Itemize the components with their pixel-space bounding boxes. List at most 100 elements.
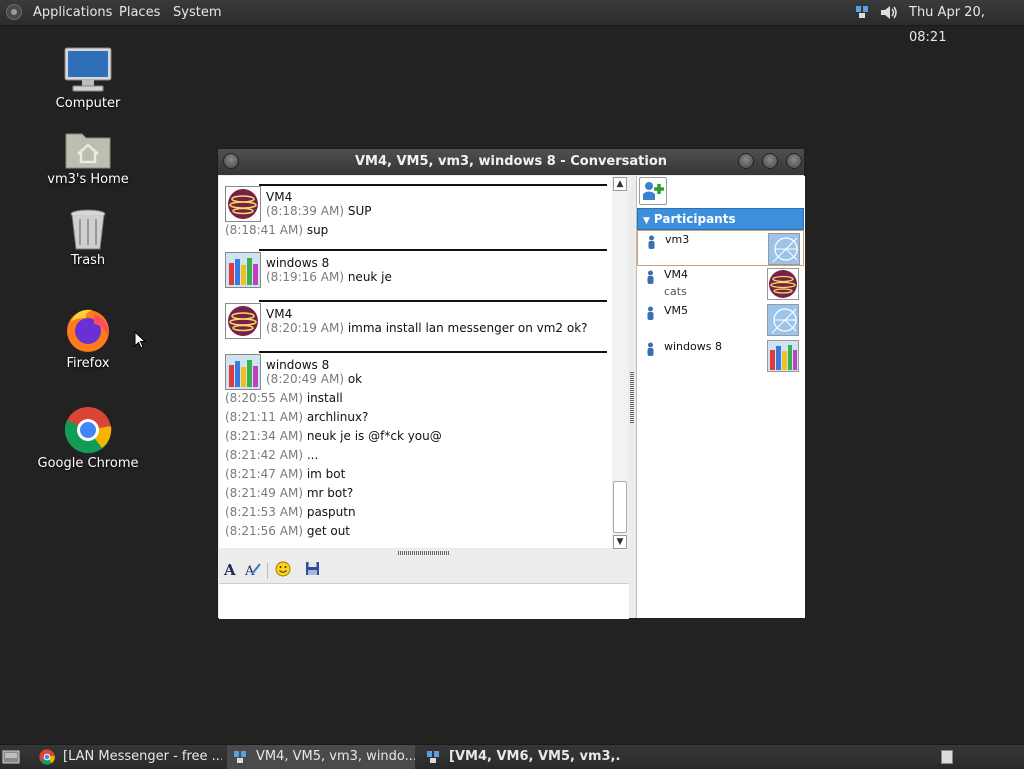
message-time: (8:18:41 AM) — [225, 223, 303, 237]
message-line: (8:21:53 AM) pasputn — [225, 505, 356, 519]
user-status-icon — [648, 235, 655, 249]
user-status-icon — [647, 342, 654, 356]
clock[interactable]: Thu Apr 20, 08:21 — [909, 0, 1024, 45]
message-time: (8:21:49 AM) — [225, 486, 303, 500]
trash-icon — [70, 209, 106, 250]
desktop-icon-firefox[interactable]: Firefox — [33, 306, 143, 371]
task-label: [LAN Messenger - free ... — [63, 749, 222, 764]
participant-name: VM5 — [664, 304, 689, 317]
desktop-icon-label: vm3's Home — [47, 172, 129, 187]
distro-logo-icon[interactable] — [6, 4, 22, 20]
participant-item-vm3[interactable]: vm3 — [637, 230, 804, 266]
svg-text:A: A — [223, 561, 236, 577]
message-text: im bot — [306, 467, 346, 481]
participants-header[interactable]: ▼ Participants — [637, 208, 804, 230]
svg-text:A: A — [244, 564, 255, 577]
participant-avatar — [767, 340, 799, 372]
participant-name: windows 8 — [664, 340, 722, 353]
menu-system[interactable]: System — [173, 0, 221, 25]
task-label: [VM4, VM6, VM5, vm3,... — [449, 749, 620, 764]
window-titlebar[interactable]: VM4, VM5, vm3, windows 8 - Conversation — [218, 149, 804, 175]
maximize-button[interactable] — [762, 153, 778, 169]
conversation-window: VM4, VM5, vm3, windows 8 - Conversation … — [217, 148, 805, 619]
add-participant-button[interactable] — [639, 177, 667, 205]
menu-places[interactable]: Places — [119, 0, 160, 25]
font-color-icon[interactable]: A — [243, 561, 263, 579]
toolbar-separator — [267, 563, 268, 579]
menu-applications[interactable]: Applications — [33, 0, 112, 25]
task-button-conversation-2[interactable]: [VM4, VM6, VM5, vm3,... — [420, 745, 620, 769]
splitter-handle-horizontal[interactable] — [398, 551, 450, 555]
message-time: (8:21:42 AM) — [225, 448, 303, 462]
desktop-icon-label: Trash — [70, 253, 106, 268]
message-time: (8:20:55 AM) — [225, 391, 303, 405]
smiley-icon[interactable] — [273, 561, 293, 579]
desktop-icon-home[interactable]: vm3's Home — [33, 128, 143, 187]
message-line: (8:20:55 AM) install — [225, 391, 343, 405]
message-separator — [259, 300, 607, 302]
scroll-thumb[interactable] — [613, 481, 627, 533]
message-time: (8:20:19 AM) — [266, 321, 344, 335]
network-icon[interactable] — [855, 5, 869, 19]
message-separator — [259, 184, 607, 186]
desktop-icon-trash[interactable]: Trash — [33, 209, 143, 268]
chrome-icon — [64, 407, 112, 454]
chat-scrollbar[interactable]: ▲ ▼ — [612, 176, 628, 550]
chrome-icon — [39, 749, 55, 765]
avatar-windows8 — [225, 354, 261, 390]
message-text: neuk je — [347, 270, 392, 284]
window-title: VM4, VM5, vm3, windows 8 - Conversation — [354, 154, 668, 169]
desktop-icon-label: Firefox — [66, 356, 110, 371]
font-icon[interactable]: A — [221, 561, 241, 579]
messenger-icon — [234, 751, 246, 763]
desktop-icon-label: Computer — [55, 96, 121, 111]
scroll-down-button[interactable]: ▼ — [613, 535, 627, 549]
message-text: mr bot? — [306, 486, 354, 500]
message-sender: windows 8 — [266, 358, 330, 372]
save-icon[interactable] — [302, 561, 322, 579]
chat-history[interactable]: VM4 (8:18:39 AM) SUP (8:18:41 AM) sup wi… — [219, 176, 627, 548]
desktop-icon-chrome[interactable]: Google Chrome — [33, 406, 143, 471]
message-time: (8:21:53 AM) — [225, 505, 303, 519]
message-separator — [259, 249, 607, 251]
avatar-vm4 — [225, 303, 261, 339]
message-time: (8:19:16 AM) — [266, 270, 344, 284]
participant-item-vm5[interactable]: VM5 — [637, 302, 804, 338]
message-line: (8:21:47 AM) im bot — [225, 467, 345, 481]
minimize-button[interactable] — [738, 153, 754, 169]
message-text: archlinux? — [306, 410, 369, 424]
volume-icon[interactable] — [879, 4, 899, 21]
message-sender: windows 8 — [266, 256, 330, 270]
taskbar: [LAN Messenger - free ... VM4, VM5, vm3,… — [0, 744, 1024, 769]
message-line: (8:21:34 AM) neuk je is @f*ck you@ — [225, 429, 442, 443]
avatar-windows8 — [225, 252, 261, 288]
message-text: imma install lan messenger on vm2 ok? — [347, 321, 588, 335]
format-toolbar: A A — [219, 557, 629, 583]
splitter-handle-vertical[interactable] — [630, 371, 634, 423]
top-panel: Applications Places System Thu Apr 20, 0… — [0, 0, 1024, 45]
message-line: (8:19:16 AM) neuk je — [266, 270, 392, 284]
desktop-icon-computer[interactable]: Computer — [33, 46, 143, 111]
participant-item-windows8[interactable]: windows 8 — [637, 338, 804, 374]
close-button[interactable] — [786, 153, 802, 169]
show-desktop-icon[interactable] — [2, 749, 20, 765]
participant-item-vm4[interactable]: VM4 cats — [637, 266, 804, 302]
message-input[interactable] — [219, 583, 629, 619]
participant-avatar — [768, 233, 800, 265]
message-text: SUP — [347, 204, 372, 218]
task-button-lan-messenger-browser[interactable]: [LAN Messenger - free ... — [34, 745, 222, 769]
message-text: sup — [306, 223, 329, 237]
task-button-conversation[interactable]: VM4, VM5, vm3, windo... — [227, 745, 415, 769]
message-separator — [259, 351, 607, 353]
message-line: (8:21:42 AM) ... — [225, 448, 318, 462]
message-sender: VM4 — [266, 190, 293, 204]
message-time: (8:21:56 AM) — [225, 524, 303, 538]
participant-status-note: cats — [664, 285, 687, 298]
message-line: (8:18:41 AM) sup — [225, 223, 328, 237]
message-text: get out — [306, 524, 350, 538]
scroll-up-button[interactable]: ▲ — [613, 177, 627, 191]
task-label: VM4, VM5, vm3, windo... — [256, 749, 415, 764]
user-status-icon — [647, 270, 654, 284]
participant-name: vm3 — [665, 233, 690, 246]
workspace-switcher[interactable] — [941, 750, 953, 764]
